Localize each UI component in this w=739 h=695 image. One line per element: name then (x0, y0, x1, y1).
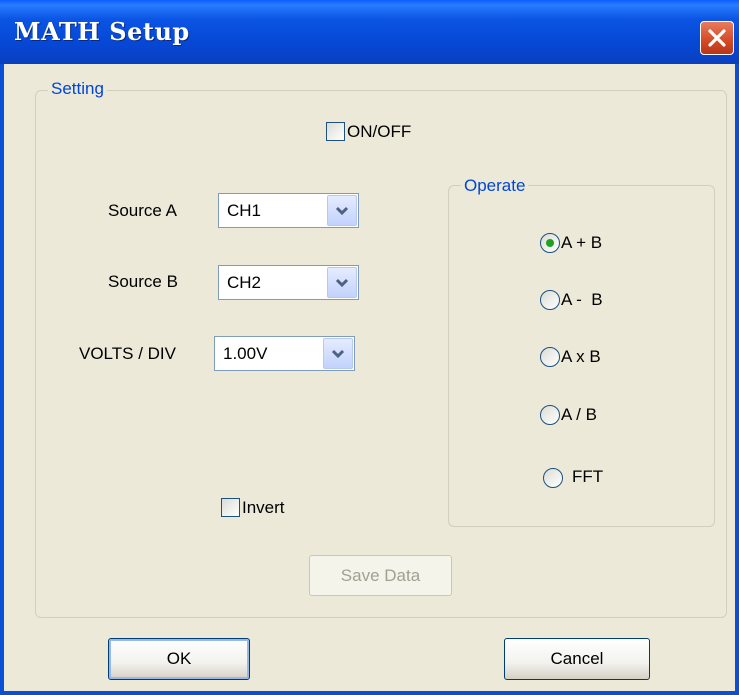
onoff-checkbox[interactable] (326, 122, 345, 141)
operate-option-label: A x B (561, 347, 601, 366)
invert-label: Invert (242, 498, 285, 517)
operate-option-label: A / B (561, 405, 597, 424)
radio-a-times-b[interactable] (540, 347, 560, 367)
chevron-down-icon (335, 278, 349, 288)
source-a-select[interactable]: CH1 (218, 193, 359, 228)
radio-a-minus-b[interactable] (540, 290, 560, 310)
save-data-button[interactable]: Save Data (309, 555, 452, 596)
math-setup-window: MATH Setup Setting ON/OFF Source A CH1 S… (0, 0, 739, 695)
volts-div-value: 1.00V (223, 344, 268, 363)
setting-group-label: Setting (48, 79, 107, 99)
invert-checkbox[interactable] (221, 498, 240, 517)
dialog-client-area: Setting ON/OFF Source A CH1 Source B CH2… (4, 64, 735, 691)
source-a-dropdown-button[interactable] (327, 195, 357, 226)
volts-div-dropdown-button[interactable] (323, 338, 353, 369)
ok-button[interactable]: OK (108, 638, 250, 680)
source-b-dropdown-button[interactable] (327, 267, 357, 298)
chevron-down-icon (335, 206, 349, 216)
operate-option-label: FFT (572, 467, 604, 486)
volts-div-label: VOLTS / DIV (79, 344, 176, 363)
source-a-label: Source A (108, 201, 177, 220)
operate-option-label: A - B (561, 290, 603, 309)
source-a-value: CH1 (227, 201, 262, 220)
source-b-label: Source B (108, 272, 178, 291)
volts-div-select[interactable]: 1.00V (214, 336, 355, 371)
close-x-icon (708, 29, 726, 47)
radio-a-div-b[interactable] (540, 405, 560, 425)
chevron-down-icon (331, 349, 345, 359)
save-data-label: Save Data (340, 566, 421, 585)
source-b-value: CH2 (227, 273, 262, 292)
source-b-select[interactable]: CH2 (218, 265, 359, 300)
radio-a-plus-b[interactable] (540, 233, 560, 253)
onoff-label: ON/OFF (347, 122, 412, 141)
operate-option-label: A + B (561, 233, 603, 252)
operate-group-label: Operate (461, 176, 529, 196)
cancel-button[interactable]: Cancel (504, 638, 650, 680)
window-title: MATH Setup (14, 17, 190, 46)
ok-label: OK (166, 649, 192, 668)
title-bar[interactable]: MATH Setup (0, 0, 739, 64)
cancel-label: Cancel (550, 649, 604, 668)
close-button[interactable] (700, 21, 734, 55)
radio-selected-dot (546, 239, 554, 247)
radio-fft[interactable] (543, 468, 563, 488)
